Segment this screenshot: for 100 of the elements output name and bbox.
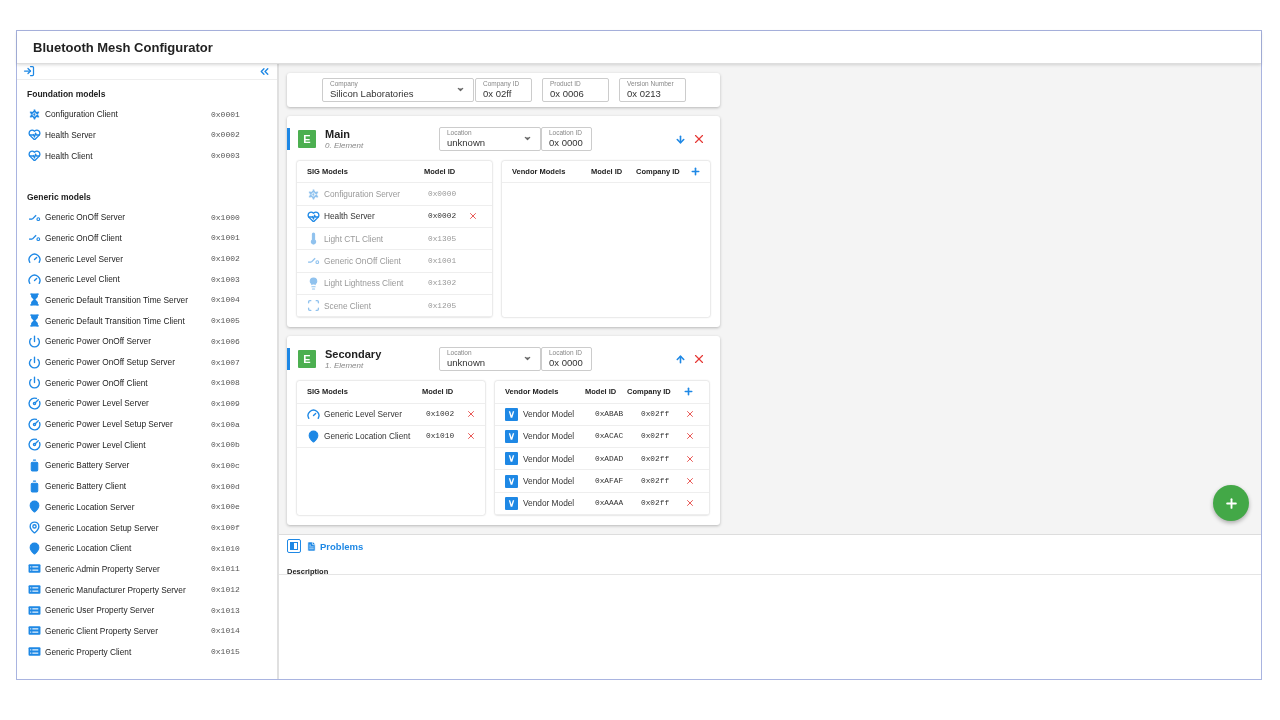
model-name[interactable]: Generic Battery Client	[45, 481, 211, 492]
model-name: Light Lightness Client	[324, 278, 405, 289]
remove-button[interactable]	[466, 409, 476, 420]
vendor-model-name: Vendor Model	[523, 431, 576, 442]
model-id: 0x1010	[211, 543, 241, 553]
model-id: 0x0002	[211, 130, 241, 140]
remove-button[interactable]	[685, 476, 695, 487]
frame-icon	[307, 299, 320, 313]
problems-tab[interactable]: Problems	[306, 540, 364, 552]
move-down-button[interactable]	[675, 133, 686, 145]
remove-button[interactable]	[468, 211, 478, 222]
heart-pulse-icon	[28, 128, 41, 142]
remove-button[interactable]	[466, 431, 476, 442]
model-name: Generic Location Client	[324, 431, 412, 442]
vendor-model-name: Vendor Model	[523, 453, 576, 464]
model-name: Scene Client	[324, 300, 373, 311]
model-name[interactable]: Generic Power OnOff Client	[45, 377, 211, 388]
model-name[interactable]: Generic Default Transition Time Client	[45, 315, 211, 326]
list-icon	[28, 624, 41, 638]
pin-icon	[28, 541, 41, 555]
model-name[interactable]: Generic Admin Property Server	[45, 563, 211, 574]
remove-button[interactable]	[685, 409, 695, 420]
model-id: 0x100a	[211, 419, 241, 429]
element-badge: E	[298, 350, 316, 369]
power-icon	[28, 355, 41, 369]
model-name[interactable]: Configuration Client	[45, 109, 211, 120]
pin-icon	[28, 500, 41, 514]
model-name[interactable]: Generic Location Server	[45, 501, 211, 512]
model-id: 0x1012	[211, 585, 241, 595]
vendor-model-name: Vendor Model	[523, 498, 576, 509]
window-title: Bluetooth Mesh Configurator	[33, 39, 213, 55]
model-name[interactable]: Generic Location Client	[45, 543, 211, 554]
model-name[interactable]: Generic Default Transition Time Server	[45, 294, 211, 305]
list-icon	[28, 583, 41, 597]
model-id: 0x0003	[211, 151, 241, 161]
model-name[interactable]: Generic Power Level Client	[45, 439, 211, 450]
model-id: 0x0001	[211, 109, 241, 119]
add-element-button[interactable]	[1213, 485, 1249, 521]
model-name: Health Server	[324, 211, 376, 222]
model-name[interactable]: Generic OnOff Server	[45, 212, 211, 223]
model-name[interactable]: Generic Power OnOff Setup Server	[45, 357, 211, 368]
add-vendor-model-button[interactable]	[690, 166, 701, 178]
model-name: Generic OnOff Client	[324, 255, 402, 266]
model-name[interactable]: Generic Location Setup Server	[45, 522, 211, 533]
element-badge: E	[298, 130, 316, 149]
model-name[interactable]: Generic Power Level Setup Server	[45, 419, 211, 430]
model-id: 0x1013	[211, 605, 241, 615]
model-name[interactable]: Generic User Property Server	[45, 605, 211, 616]
gauge-icon	[307, 407, 320, 421]
model-name[interactable]: Generic Power Level Server	[45, 398, 211, 409]
gear-icon	[307, 187, 320, 201]
model-id: 0x1014	[211, 626, 241, 636]
model-name[interactable]: Generic Level Client	[45, 274, 211, 285]
pin-icon	[307, 429, 320, 443]
model-id: 0x100f	[211, 523, 241, 533]
group-title: Generic models	[26, 190, 92, 204]
vendor-icon	[505, 407, 518, 421]
model-name[interactable]: Generic Level Server	[45, 253, 211, 264]
vendor-icon	[505, 474, 518, 488]
element-name: Main	[325, 127, 352, 141]
model-name[interactable]: Health Client	[45, 150, 211, 161]
power-icon	[28, 334, 41, 348]
vendor-model-name: Vendor Model	[523, 476, 576, 487]
hourglass-icon	[28, 314, 41, 328]
battery-icon	[28, 479, 41, 493]
model-name[interactable]: Generic Property Client	[45, 646, 211, 657]
model-id: 0x1000	[211, 212, 241, 222]
login-icon[interactable]	[23, 65, 35, 78]
model-id: 0x1015	[211, 647, 241, 657]
model-name: Configuration Server	[324, 189, 402, 200]
heart-pulse-icon	[28, 149, 41, 163]
group-title: Foundation models	[26, 87, 107, 101]
vendor-icon	[505, 452, 518, 466]
list-icon	[28, 603, 41, 617]
move-up-button[interactable]	[675, 353, 686, 365]
add-vendor-model-button[interactable]	[683, 386, 694, 398]
power-icon	[28, 376, 41, 390]
model-name[interactable]: Generic Manufacturer Property Server	[45, 584, 211, 595]
model-id: 0x1007	[211, 357, 241, 367]
model-id: 0x1006	[211, 336, 241, 346]
element-subtitle: 1. Element	[325, 360, 365, 371]
model-name[interactable]: Generic Client Property Server	[45, 625, 211, 636]
remove-button[interactable]	[685, 498, 695, 509]
model-id: 0x1001	[211, 233, 241, 243]
model-name[interactable]: Generic Battery Server	[45, 460, 211, 471]
gear-icon	[28, 107, 41, 121]
model-name[interactable]: Generic OnOff Client	[45, 232, 211, 243]
panel-toggle-button[interactable]	[287, 539, 301, 553]
hourglass-icon	[28, 293, 41, 307]
vendor-icon	[505, 496, 518, 510]
model-name[interactable]: Generic Power OnOff Server	[45, 336, 211, 347]
model-name[interactable]: Health Server	[45, 129, 211, 140]
vendor-model-name: Vendor Model	[523, 409, 576, 420]
plus-icon	[1223, 495, 1239, 511]
remove-button[interactable]	[685, 431, 695, 442]
remove-button[interactable]	[685, 453, 695, 464]
element-subtitle: 0. Element	[325, 140, 365, 151]
bulb-icon	[307, 276, 320, 290]
heart-pulse-icon	[307, 209, 320, 223]
pin-icon	[28, 521, 41, 535]
